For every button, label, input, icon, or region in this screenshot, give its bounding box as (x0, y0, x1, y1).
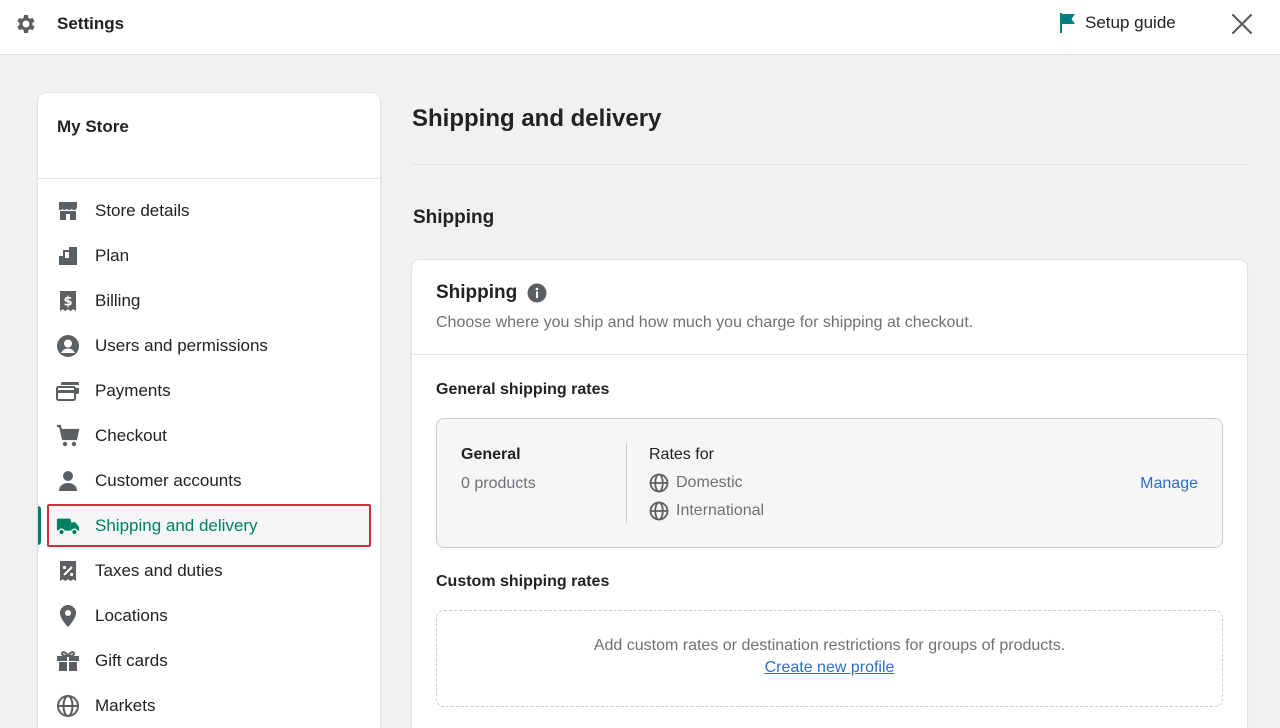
sidebar-item-store-details[interactable]: Store details (38, 188, 380, 233)
sidebar-item-label: Payments (95, 380, 171, 400)
sidebar-item-label: Store details (95, 200, 190, 220)
product-count: 0 products (461, 475, 536, 492)
sidebar-item-label: Taxes and duties (95, 560, 223, 580)
custom-rates-text: Add custom rates or destination restrict… (593, 637, 1066, 654)
person-icon (56, 469, 80, 493)
setup-guide-button[interactable]: Setup guide (1057, 12, 1176, 34)
billing-icon: $ (56, 289, 80, 313)
svg-text:$: $ (63, 294, 72, 309)
page-title: Shipping and delivery (412, 105, 662, 132)
flag-icon (1060, 13, 1075, 33)
store-name: My Store (57, 117, 129, 136)
sidebar-item-label: Billing (95, 290, 141, 310)
top-bar: Settings Setup guide (0, 0, 1280, 55)
sidebar-item-label: Markets (95, 695, 156, 715)
sidebar-item-payments[interactable]: Payments (38, 368, 380, 413)
globe-icon (649, 501, 669, 521)
sidebar-item-label: Plan (95, 245, 130, 265)
general-profile-box: General 0 products Rates for Domestic In… (436, 418, 1223, 548)
sidebar-item-customer-accounts[interactable]: Customer accounts (38, 458, 380, 503)
create-new-profile-link[interactable]: Create new profile (765, 659, 895, 677)
truck-icon (56, 514, 80, 538)
globe-icon (56, 694, 80, 718)
settings-nav: Store details Plan $ Billing Users and p… (38, 179, 380, 728)
sidebar-item-label: Users and permissions (95, 335, 268, 355)
payments-icon (56, 379, 80, 403)
card-title: Shipping (436, 282, 518, 303)
store-icon (56, 199, 80, 223)
shipping-card: Shipping Choose where you ship and how m… (412, 260, 1247, 728)
zone-label: International (676, 502, 765, 519)
sidebar-item-label: Customer accounts (95, 470, 242, 490)
sidebar-item-shipping-and-delivery[interactable]: Shipping and delivery (38, 503, 380, 548)
store-header: My Store (38, 93, 380, 179)
user-circle-icon (56, 334, 80, 358)
globe-icon (649, 473, 669, 493)
zone-international: International (649, 501, 764, 521)
setup-guide-label: Setup guide (1085, 13, 1176, 32)
custom-shipping-rates-title: Custom shipping rates (436, 573, 610, 590)
zone-label: Domestic (676, 474, 743, 491)
section-title: Shipping (413, 207, 495, 228)
rates-for-label: Rates for (649, 446, 714, 463)
settings-sidebar: My Store Store details Plan $ Billing Us… (38, 93, 380, 728)
sidebar-item-users-and-permissions[interactable]: Users and permissions (38, 323, 380, 368)
plan-icon (56, 244, 80, 268)
sidebar-item-checkout[interactable]: Checkout (38, 413, 380, 458)
window-title: Settings (57, 14, 125, 33)
manage-link[interactable]: Manage (1140, 475, 1198, 493)
sidebar-item-taxes-and-duties[interactable]: Taxes and duties (38, 548, 380, 593)
general-shipping-rates-title: General shipping rates (436, 381, 610, 398)
vertical-divider (626, 443, 627, 523)
gear-icon (17, 15, 35, 33)
close-icon[interactable] (1230, 12, 1254, 36)
sidebar-item-gift-cards[interactable]: Gift cards (38, 638, 380, 683)
tax-icon (56, 559, 80, 583)
sidebar-item-label: Shipping and delivery (95, 515, 258, 535)
sidebar-item-label: Locations (95, 605, 168, 625)
sidebar-item-label: Gift cards (95, 650, 168, 670)
card-description: Choose where you ship and how much you c… (436, 314, 974, 331)
sidebar-item-label: Checkout (95, 425, 167, 445)
sidebar-item-markets[interactable]: Markets (38, 683, 380, 728)
active-indicator (38, 506, 41, 545)
sidebar-item-plan[interactable]: Plan (38, 233, 380, 278)
custom-rates-box: Add custom rates or destination restrict… (436, 610, 1223, 707)
sidebar-item-locations[interactable]: Locations (38, 593, 380, 638)
gift-icon (56, 649, 80, 673)
sidebar-item-billing[interactable]: $ Billing (38, 278, 380, 323)
info-icon[interactable] (527, 283, 547, 303)
cart-icon (56, 424, 80, 448)
location-pin-icon (56, 604, 80, 628)
divider (412, 164, 1247, 165)
profile-name: General (461, 446, 521, 463)
card-header: Shipping Choose where you ship and how m… (412, 260, 1247, 355)
zone-domestic: Domestic (649, 473, 743, 493)
